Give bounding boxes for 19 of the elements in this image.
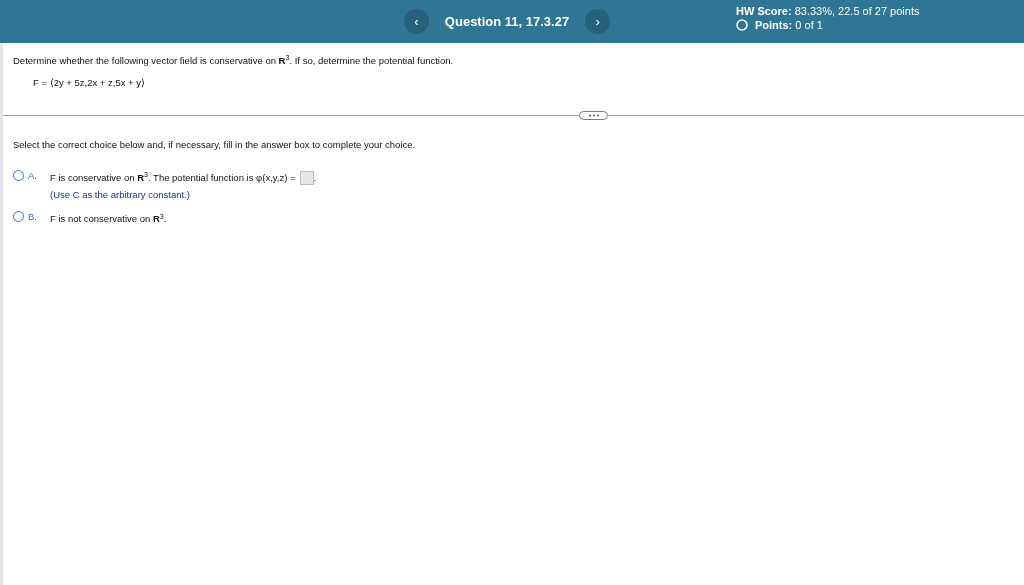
radio-button[interactable] (13, 211, 24, 223)
question-prompt: Determine whether the following vector field is conservative on R$^{3}$. If so, determine the potential function. (13, 54, 455, 68)
previous-button[interactable]: ‹ (403, 9, 429, 34)
more-button[interactable] (579, 110, 608, 120)
next-button[interactable]: › (585, 9, 611, 34)
period-text: . (313, 170, 317, 185)
question-title: Question 11, 17.3.27 (444, 12, 570, 31)
points-text: Points: 0 of 1 (755, 18, 823, 32)
ellipsis-icon (587, 113, 600, 117)
circle-icon (736, 19, 748, 31)
choice-letter: A. (28, 168, 38, 183)
vector-field-formula: F = ⟨2y + 5z,2x + z,5x + y⟩ (33, 76, 147, 91)
hint-text: (Use C as the arbitrary constant.) (50, 188, 191, 202)
radio-button[interactable] (13, 169, 24, 181)
choice-text: F is conservative on R$^{3}$. The potential function is φ(x,y,z) = (50, 170, 296, 185)
choice-text: F is not conservative on R$^{3}$. (50, 212, 167, 227)
instruction-text: Select the correct choice below and, if necessary, fill in the answer box to complete your choice. (13, 137, 417, 152)
hw-score: HW Score: 83.33%, 22.5 of 27 points (736, 4, 920, 18)
choice-letter: B. (28, 210, 38, 225)
